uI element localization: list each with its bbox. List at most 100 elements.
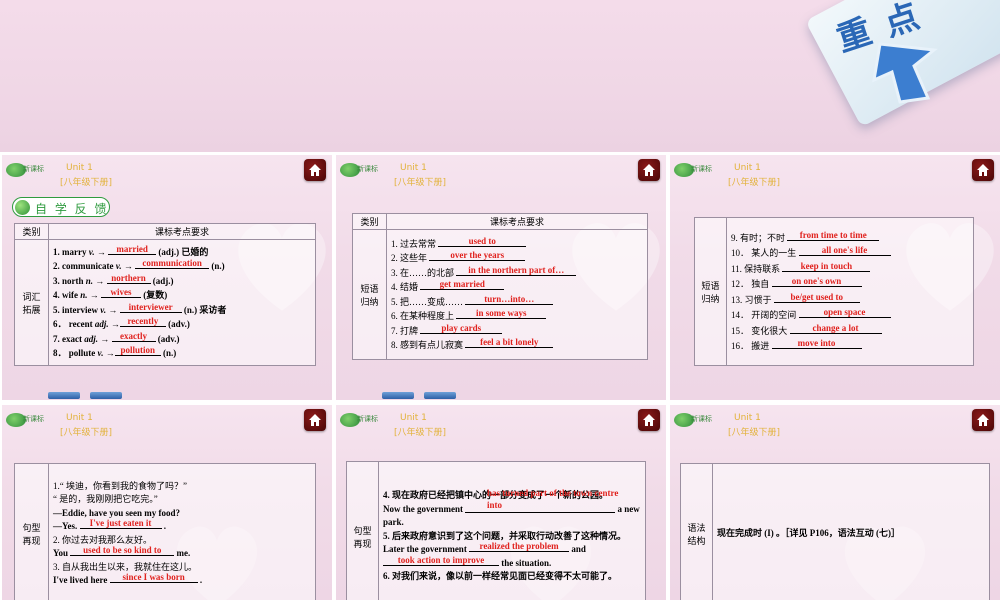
sentence-en: I've lived here xyxy=(53,575,108,585)
sentence-en: and xyxy=(571,544,586,555)
home-button[interactable] xyxy=(304,159,326,181)
unit-label: Unit 1 xyxy=(400,413,427,423)
answer-blank[interactable]: communication xyxy=(135,258,210,269)
next-button[interactable] xyxy=(90,392,122,399)
phrase-item: 15． 变化很大 change a lot xyxy=(731,323,969,340)
answer-blank[interactable]: used to xyxy=(438,236,527,247)
answer-blank[interactable]: in some ways xyxy=(456,308,547,319)
slide-header: 新课标 Unit 1 [八年级下册] xyxy=(6,161,112,188)
sentences-list: 4. 现在政府已经把镇中心的一部分变成了一个新的公园。 Now the gove… xyxy=(378,461,646,600)
category-grammar: 语法 结构 xyxy=(680,463,713,600)
answer-blank[interactable]: get married xyxy=(420,279,505,290)
answer-blank[interactable]: from time to time xyxy=(787,230,880,241)
answer-blank[interactable]: in the northern part of… xyxy=(456,265,577,276)
slide-sentences-a[interactable]: 新课标 Unit 1 [八年级下册] 句型 再现 1.“ 埃迪，你看到我的食物了… xyxy=(2,405,332,600)
self-study-badge: 自 学 反 馈 xyxy=(12,197,110,217)
home-button[interactable] xyxy=(638,159,660,181)
answer-blank[interactable]: turn…into… xyxy=(465,294,554,305)
prev-button[interactable] xyxy=(48,392,80,399)
phrase-item: 1. 过去常常 used to xyxy=(391,236,643,252)
answer-blank[interactable]: married xyxy=(108,244,157,255)
sentences-list: 1.“ 埃迪，你看到我的食物了吗？” “ 是的，我刚刚把它吃完。” —Eddie… xyxy=(48,463,316,600)
slide-vocab[interactable]: 新课标 Unit 1 [八年级下册] 自 学 反 馈 类别 课标考点要求 词汇 … xyxy=(2,155,332,400)
phrase-item: 10． 某人的一生 all one's life xyxy=(731,245,969,262)
slide-phrases-b[interactable]: 新课标 Unit 1 [八年级下册] 短语 归纳 9. 有时；不时 from t… xyxy=(670,155,1000,400)
answer-text: has turned part of the town centre into xyxy=(487,487,619,510)
answer-blank[interactable]: I've just eaten it xyxy=(79,518,162,529)
home-button[interactable] xyxy=(638,409,660,431)
answer-blank[interactable]: over the years xyxy=(429,250,526,261)
sentence-en: You xyxy=(53,548,69,558)
answer-blank[interactable]: on one's own xyxy=(771,276,862,287)
answer-blank[interactable]: feel a bit lonely xyxy=(465,337,554,348)
sentence-cn: 6. 对我们来说，像以前一样经常见面已经变得不太可能了。 xyxy=(383,571,618,582)
vocab-item: 8． pollute v. → pollution (n.) xyxy=(53,345,177,358)
sentence-en: . xyxy=(199,575,203,585)
answer-blank[interactable]: pollution xyxy=(114,345,161,356)
phrase-item: 8. 感到有点儿寂寞 feel a bit lonely xyxy=(391,337,643,353)
category-sentences: 句型 再现 xyxy=(14,463,49,600)
answer-blank[interactable]: used to be so kind to xyxy=(70,545,175,556)
slide-phrases-a[interactable]: 新课标 Unit 1 [八年级下册] 类别 课标考点要求 短语 归纳 1. 过去… xyxy=(336,155,666,400)
sentence-en: —Yes. xyxy=(53,521,78,531)
col-requirements: 课标考点要求 xyxy=(386,213,648,230)
home-button[interactable] xyxy=(304,409,326,431)
slide-sentences-b[interactable]: 新课标 Unit 1 [八年级下册] 句型 再现 4. 现在政府已经把镇中心的一… xyxy=(336,405,666,600)
sentence-cn: 5. 后来政府意识到了这个问题，并采取行动改善了这种情况。 xyxy=(383,530,627,541)
home-icon xyxy=(977,164,989,176)
grade-label: [八年级下册] xyxy=(394,178,447,188)
col-category: 类别 xyxy=(352,213,387,230)
vocab-item: 1. marry v. → married (adj.) 已婚的 xyxy=(53,243,209,257)
answer-blank[interactable]: open space xyxy=(798,307,891,318)
unit-label: Unit 1 xyxy=(66,413,93,423)
grammar-table: 语法 结构 现在完成时 (I) 。［详见 P106，语法互动 (七)］ xyxy=(680,463,990,600)
answer-blank[interactable]: keep in touch xyxy=(782,261,871,272)
brand-label: 新课标 xyxy=(357,415,378,423)
answer-blank[interactable]: all one's life xyxy=(798,245,891,256)
grade-label: [八年级下册] xyxy=(60,178,113,188)
answer-blank[interactable]: took action to improve xyxy=(383,555,499,566)
prev-button[interactable] xyxy=(382,392,414,399)
next-button[interactable] xyxy=(424,392,456,399)
category-phrases: 短语 归纳 xyxy=(694,217,727,366)
grade-label: [八年级下册] xyxy=(728,178,781,188)
answer-blank[interactable]: move into xyxy=(771,338,862,349)
answer-blank[interactable]: since I was born xyxy=(109,572,198,583)
answer-blank[interactable]: realized the problem xyxy=(469,541,570,553)
home-button[interactable] xyxy=(972,409,994,431)
answer-blank[interactable]: play cards xyxy=(420,323,503,334)
self-study-label: 自 学 反 馈 xyxy=(35,202,109,216)
answer-blank[interactable]: northern xyxy=(106,273,151,284)
grade-label: [八年级下册] xyxy=(60,428,113,438)
answer-blank[interactable]: exactly xyxy=(111,331,156,342)
answer-blank[interactable]: change a lot xyxy=(789,323,882,334)
answer-blank[interactable]: recently xyxy=(119,316,166,327)
vocab-table: 类别 课标考点要求 词汇 拓展 1. marry v. → married (a… xyxy=(14,223,316,366)
slide-header: 新课标 Unit 1 [八年级下册] xyxy=(6,411,112,438)
vocab-item: 3. north n. → northern (adj.) xyxy=(53,272,174,286)
answer-blank[interactable]: be/get used to xyxy=(773,292,860,303)
phrase-item: 12． 独自 on one's own xyxy=(731,276,969,293)
brand-label: 新课标 xyxy=(357,165,378,173)
slide-header: 新课标 Unit 1 [八年级下册] xyxy=(340,161,446,188)
answer-blank[interactable]: wives xyxy=(101,287,142,298)
phrase-item: 3. 在……的北部 in the northern part of… xyxy=(391,265,643,281)
answer-blank[interactable]: interviewer xyxy=(119,302,182,313)
sentences-table: 句型 再现 1.“ 埃迪，你看到我的食物了吗？” “ 是的，我刚刚把它吃完。” … xyxy=(14,463,316,600)
unit-label: Unit 1 xyxy=(734,413,761,423)
sentence-en: the situation. xyxy=(501,557,552,568)
category-vocab: 词汇 拓展 xyxy=(14,239,49,366)
sentence-en: —Eddie, have you seen my food? xyxy=(53,507,181,518)
home-button[interactable] xyxy=(972,159,994,181)
vocab-item: 2. communicate v. → communication (n.) xyxy=(53,258,225,271)
vocab-item: 6． recent adj. → recently (adv.) xyxy=(53,316,190,329)
phrases-list: 9. 有时；不时 from time to time 10． 某人的一生 all… xyxy=(726,217,974,366)
slide-nav xyxy=(48,386,132,399)
slide-header: 新课标 Unit 1 [八年级下册] xyxy=(674,161,780,188)
unit-label: Unit 1 xyxy=(400,163,427,173)
phrase-item: 11. 保持联系 keep in touch xyxy=(731,261,969,278)
brand-label: 新课标 xyxy=(691,415,712,423)
phrase-item: 5. 把……变成…… turn…into… xyxy=(391,294,643,310)
sentences-table: 句型 再现 4. 现在政府已经把镇中心的一部分变成了一个新的公园。 Now th… xyxy=(346,461,646,600)
slide-grammar[interactable]: 新课标 Unit 1 [八年级下册] 语法 结构 现在完成时 (I) 。［详见 … xyxy=(670,405,1000,600)
